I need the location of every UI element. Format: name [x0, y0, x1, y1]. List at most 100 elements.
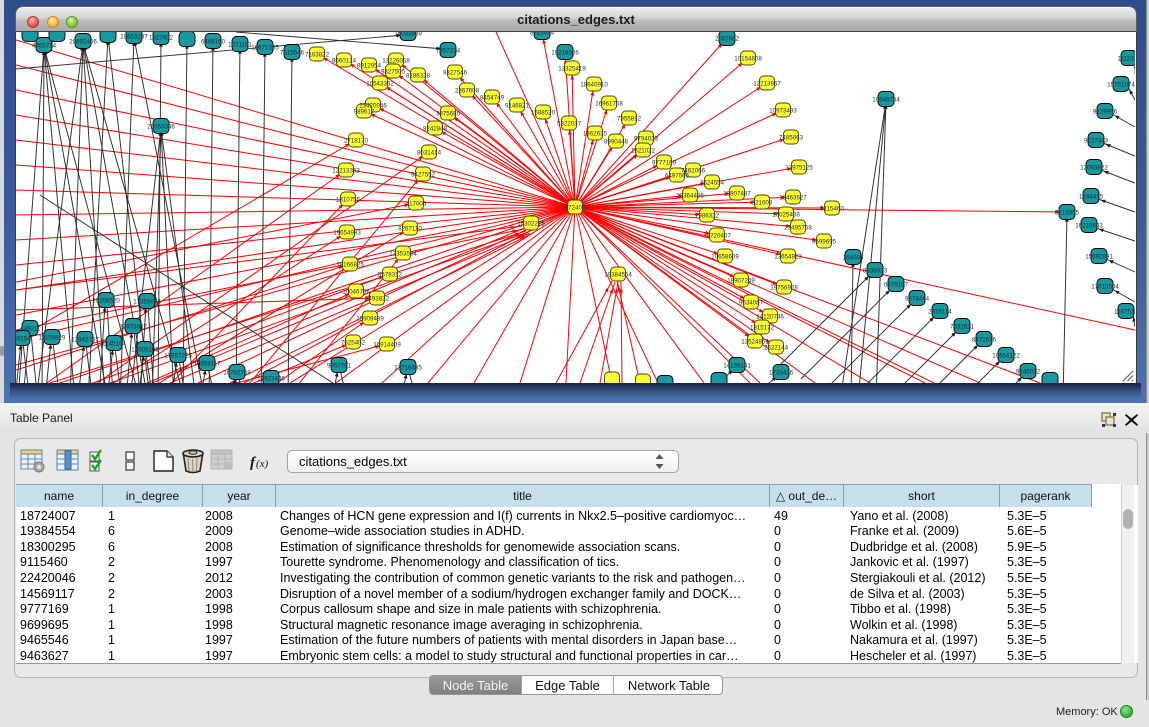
svg-text:8031414: 8031414	[417, 150, 442, 157]
svg-text:9146821: 9146821	[505, 103, 530, 110]
svg-text:16782759: 16782759	[223, 370, 251, 377]
svg-text:1112334: 1112334	[1117, 56, 1135, 63]
svg-text:15720407: 15720407	[703, 233, 731, 240]
svg-text:15692991: 15692991	[1085, 254, 1113, 261]
svg-text:7357224: 7357224	[436, 48, 461, 55]
svg-text:10154808: 10154808	[734, 56, 762, 63]
svg-text:16671355: 16671355	[251, 45, 279, 52]
svg-text:9874444: 9874444	[905, 296, 930, 303]
svg-text:6879197: 6879197	[884, 282, 909, 289]
svg-text:17957225: 17957225	[164, 353, 192, 360]
svg-text:12942757: 12942757	[71, 337, 99, 344]
svg-text:8660124: 8660124	[332, 58, 357, 65]
svg-text:7955812: 7955812	[617, 116, 642, 123]
svg-text:8186328: 8186328	[406, 73, 431, 80]
svg-text:1244415: 1244415	[1079, 194, 1104, 201]
svg-text:17359924: 17359924	[133, 299, 161, 306]
svg-text:17010504: 17010504	[1091, 284, 1119, 291]
svg-text:18463627: 18463627	[779, 195, 807, 202]
svg-text:16961758: 16961758	[595, 101, 623, 108]
svg-text:15751074: 15751074	[1107, 82, 1135, 89]
svg-text:8912954: 8912954	[357, 63, 382, 70]
svg-text:10654122: 10654122	[992, 353, 1020, 360]
svg-text:164095: 164095	[843, 255, 864, 262]
svg-text:7625402: 7625402	[341, 340, 366, 347]
svg-text:3493822: 3493822	[365, 296, 390, 303]
svg-text:7163822: 7163822	[305, 52, 330, 59]
svg-text:10046766: 10046766	[342, 289, 370, 296]
svg-text:5322037: 5322037	[557, 121, 582, 128]
svg-text:(x): (x)	[256, 458, 269, 470]
svg-text:8215955: 8215955	[1055, 210, 1080, 217]
svg-text:19218506: 19218506	[551, 50, 579, 57]
svg-text:20053346: 20053346	[147, 124, 175, 131]
svg-text:12213967: 12213967	[753, 81, 781, 88]
svg-text:8454749: 8454749	[480, 95, 505, 102]
svg-text:15302275: 15302275	[517, 221, 545, 228]
svg-text:19654983: 19654983	[333, 230, 361, 237]
svg-text:10807487: 10807487	[723, 191, 751, 198]
svg-text:8990448: 8990448	[604, 139, 629, 146]
svg-text:13226058: 13226058	[382, 58, 410, 65]
svg-text:11156829: 11156829	[39, 335, 66, 342]
svg-text:439011: 439011	[20, 326, 41, 333]
svg-text:16914409: 16914409	[373, 342, 401, 349]
svg-text:417006: 417006	[406, 201, 427, 208]
svg-text:989617: 989617	[354, 109, 375, 116]
svg-text:7632621: 7632621	[950, 324, 975, 331]
svg-text:10648764: 10648764	[872, 97, 900, 104]
svg-text:10543362: 10543362	[366, 81, 394, 88]
svg-text:9699695: 9699695	[812, 239, 837, 246]
svg-text:1588520: 1588520	[531, 110, 556, 117]
svg-text:1527602: 1527602	[149, 35, 174, 42]
svg-text:14120746: 14120746	[756, 314, 784, 321]
svg-text:14136141: 14136141	[723, 363, 751, 370]
svg-text:10958117: 10958117	[193, 361, 221, 368]
svg-text:1810755: 1810755	[336, 197, 361, 204]
svg-text:18640910: 18640910	[580, 82, 608, 89]
svg-text:9242848: 9242848	[423, 126, 448, 133]
svg-text:9777169: 9777169	[652, 160, 677, 167]
svg-text:13325419: 13325419	[558, 66, 586, 73]
svg-text:7462066: 7462066	[681, 168, 706, 175]
svg-text:12353594: 12353594	[389, 251, 417, 258]
svg-text:1621022: 1621022	[631, 148, 656, 155]
svg-text:8938923: 8938923	[863, 268, 888, 275]
svg-text:19756928: 19756928	[770, 285, 798, 292]
svg-text:10025438: 10025438	[772, 212, 800, 219]
svg-text:1733426: 1733426	[769, 370, 794, 377]
svg-text:3875685: 3875685	[436, 111, 461, 118]
svg-text:4055714: 4055714	[32, 43, 57, 50]
svg-text:12093822: 12093822	[1080, 165, 1108, 172]
svg-text:1167533: 1167533	[1114, 309, 1135, 316]
svg-text:1071191: 1071191	[228, 42, 252, 49]
svg-text:8267110: 8267110	[398, 226, 422, 233]
svg-text:6466160: 6466160	[201, 39, 226, 46]
svg-text:20691406: 20691406	[69, 39, 97, 46]
svg-text:9427552: 9427552	[411, 172, 436, 179]
svg-text:39154: 39154	[16, 336, 31, 343]
svg-text:2522144: 2522144	[764, 345, 789, 352]
svg-text:10658609: 10658609	[711, 254, 739, 261]
svg-text:15909489: 15909489	[356, 316, 384, 323]
svg-text:8813054: 8813054	[530, 32, 555, 37]
svg-text:30975887: 30975887	[119, 324, 147, 331]
svg-text:3624554: 3624554	[700, 180, 725, 187]
svg-text:9634067: 9634067	[739, 300, 764, 307]
svg-text:10973493: 10973493	[769, 108, 797, 115]
svg-text:23495758: 23495758	[784, 225, 812, 232]
svg-text:9857791: 9857791	[327, 363, 352, 370]
svg-text:8471676: 8471676	[972, 337, 997, 344]
svg-text:2718170: 2718170	[344, 138, 369, 145]
svg-text:18907249: 18907249	[727, 278, 755, 285]
svg-text:2087682: 2087682	[715, 36, 740, 43]
svg-text:7485063: 7485063	[779, 135, 804, 142]
svg-text:18724007: 18724007	[561, 205, 589, 212]
svg-text:9794023: 9794023	[634, 136, 659, 143]
svg-text:16210643: 16210643	[1075, 223, 1103, 230]
svg-text:1362635: 1362635	[583, 131, 608, 138]
svg-text:9327546: 9327546	[443, 70, 468, 77]
svg-text:19166825: 19166825	[336, 262, 364, 269]
svg-text:12213363: 12213363	[332, 168, 360, 175]
svg-text:7986322: 7986322	[695, 213, 720, 220]
